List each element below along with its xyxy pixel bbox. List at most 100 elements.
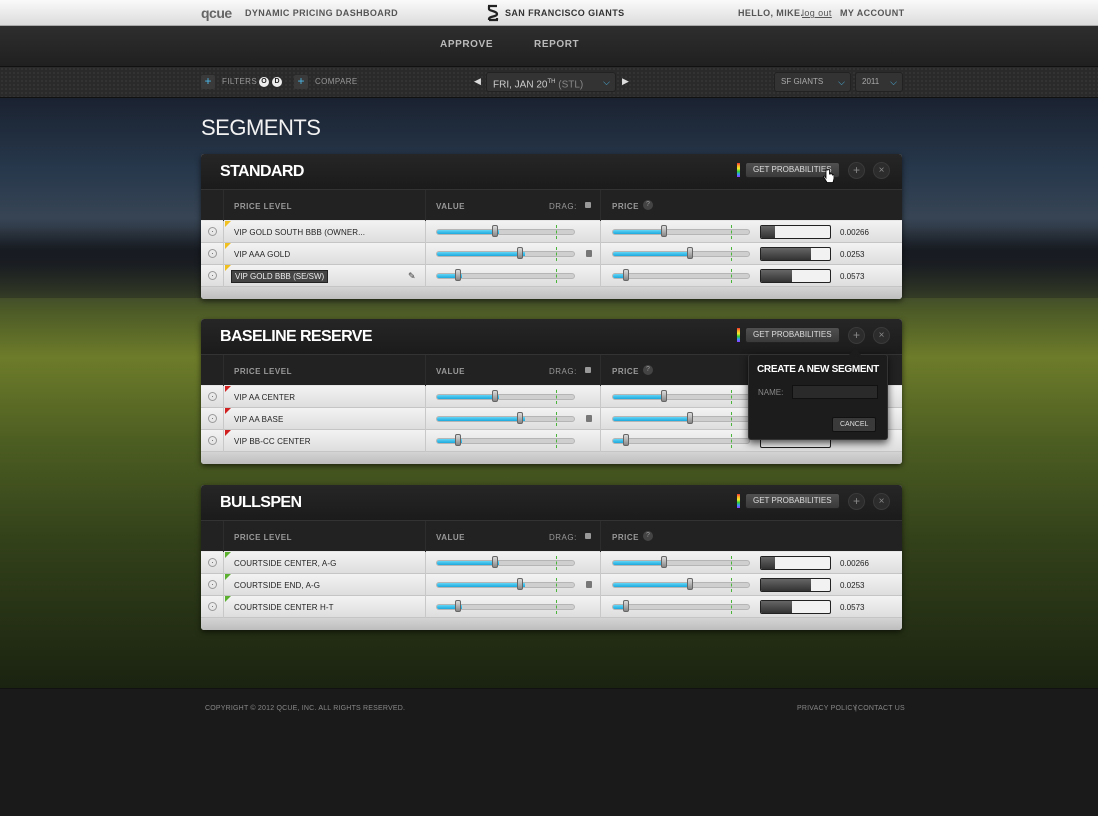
drag-handle-icon[interactable] bbox=[208, 392, 217, 401]
nav-approve[interactable]: APPROVE bbox=[440, 39, 493, 50]
price-slider[interactable] bbox=[612, 229, 750, 235]
get-probabilities-button[interactable]: GET PROBABILITIES bbox=[745, 327, 840, 343]
team-name: SAN FRANCISCO GIANTS bbox=[505, 8, 625, 18]
value-slider[interactable] bbox=[436, 251, 575, 257]
lock-icon[interactable] bbox=[586, 581, 592, 588]
close-segment-button[interactable]: × bbox=[873, 327, 890, 344]
price-level-name: VIP AA CENTER bbox=[234, 393, 296, 402]
lock-icon[interactable] bbox=[585, 533, 591, 539]
value-slider-knob[interactable] bbox=[517, 412, 523, 424]
lock-icon[interactable] bbox=[586, 250, 592, 257]
col-price: PRICE bbox=[612, 533, 639, 542]
drag-handle-icon[interactable] bbox=[208, 436, 217, 445]
price-level-name: VIP BB-CC CENTER bbox=[234, 437, 311, 446]
greeting: HELLO, MIKE. bbox=[738, 8, 804, 18]
table-row[interactable]: VIP GOLD SOUTH BBB (OWNER... 0.00266 bbox=[201, 221, 902, 243]
price-slider[interactable] bbox=[612, 416, 750, 422]
price-slider-knob[interactable] bbox=[623, 434, 629, 446]
table-row[interactable]: COURTSIDE CENTER, A-G 0.00266 bbox=[201, 552, 902, 574]
date-select[interactable]: FRI, JAN 20TH (STL) ⌵ bbox=[486, 72, 616, 92]
value-slider[interactable] bbox=[436, 560, 575, 566]
lock-icon[interactable] bbox=[586, 415, 592, 422]
app-title: DYNAMIC PRICING DASHBOARD bbox=[245, 8, 399, 18]
contact-us-link[interactable]: CONTACT US bbox=[858, 705, 905, 712]
close-segment-button[interactable]: × bbox=[873, 493, 890, 510]
cancel-button[interactable]: CANCEL bbox=[832, 417, 877, 432]
price-slider-knob[interactable] bbox=[661, 390, 667, 402]
add-compare-button[interactable]: + bbox=[294, 75, 308, 89]
help-icon[interactable]: ? bbox=[643, 531, 653, 541]
add-segment-button[interactable]: + bbox=[848, 493, 865, 510]
price-level-name: VIP GOLD SOUTH BBB (OWNER... bbox=[234, 228, 366, 237]
price-level-name: VIP AA BASE bbox=[234, 415, 284, 424]
privacy-policy-link[interactable]: PRIVACY POLICY bbox=[797, 705, 858, 712]
price-target-marker bbox=[731, 434, 732, 448]
next-date-icon[interactable]: ▶ bbox=[622, 76, 629, 87]
main-nav: APPROVE REPORT bbox=[0, 26, 1098, 67]
value-slider-knob[interactable] bbox=[492, 556, 498, 568]
value-slider[interactable] bbox=[436, 582, 575, 588]
price-slider-knob[interactable] bbox=[661, 225, 667, 237]
add-segment-button[interactable]: + bbox=[848, 162, 865, 179]
drag-handle-icon[interactable] bbox=[208, 580, 217, 589]
drag-handle-icon[interactable] bbox=[208, 602, 217, 611]
price-slider[interactable] bbox=[612, 273, 750, 279]
drag-handle-icon[interactable] bbox=[208, 249, 217, 258]
value-slider-knob[interactable] bbox=[492, 390, 498, 402]
edit-pencil-icon[interactable]: ✎ bbox=[408, 271, 416, 282]
price-slider-knob[interactable] bbox=[661, 556, 667, 568]
price-slider-knob[interactable] bbox=[623, 269, 629, 281]
value-slider-knob[interactable] bbox=[455, 434, 461, 446]
team-select[interactable]: SF GIANTS ⌵ bbox=[774, 72, 851, 92]
add-filter-button[interactable]: + bbox=[201, 75, 215, 89]
help-icon[interactable]: ? bbox=[643, 365, 653, 375]
value-slider-knob[interactable] bbox=[492, 225, 498, 237]
close-segment-button[interactable]: × bbox=[873, 162, 890, 179]
filter-d-toggle[interactable]: D bbox=[272, 77, 282, 87]
price-slider[interactable] bbox=[612, 582, 750, 588]
table-row[interactable]: COURTSIDE CENTER H-T 0.0573 bbox=[201, 596, 902, 618]
price-slider[interactable] bbox=[612, 560, 750, 566]
drag-handle-icon[interactable] bbox=[208, 271, 217, 280]
filter-o-toggle[interactable]: O bbox=[259, 77, 269, 87]
price-slider[interactable] bbox=[612, 604, 750, 610]
nav-report[interactable]: REPORT bbox=[534, 39, 579, 50]
get-probabilities-button[interactable]: GET PROBABILITIES bbox=[745, 493, 840, 509]
drag-handle-icon[interactable] bbox=[208, 558, 217, 567]
filters-label: FILTERS bbox=[222, 77, 258, 86]
col-price-level: PRICE LEVEL bbox=[234, 202, 292, 211]
rainbow-icon bbox=[737, 494, 740, 508]
table-row[interactable]: COURTSIDE END, A-G 0.0253 bbox=[201, 574, 902, 596]
price-slider[interactable] bbox=[612, 251, 750, 257]
value-slider[interactable] bbox=[436, 229, 575, 235]
value-slider-knob[interactable] bbox=[455, 269, 461, 281]
help-icon[interactable]: ? bbox=[643, 200, 653, 210]
year-select[interactable]: 2011 ⌵ bbox=[855, 72, 903, 92]
value-slider[interactable] bbox=[436, 416, 575, 422]
value-slider-knob[interactable] bbox=[455, 600, 461, 612]
add-segment-button[interactable]: + bbox=[848, 327, 865, 344]
price-slider-knob[interactable] bbox=[687, 578, 693, 590]
price-slider-knob[interactable] bbox=[623, 600, 629, 612]
price-level-name: COURTSIDE END, A-G bbox=[234, 581, 321, 590]
price-slider[interactable] bbox=[612, 438, 750, 444]
lock-icon[interactable] bbox=[585, 367, 591, 373]
logout-link[interactable]: log out bbox=[802, 8, 832, 18]
row-flag bbox=[225, 386, 231, 392]
value-slider[interactable] bbox=[436, 394, 575, 400]
probability-value: 0.00266 bbox=[840, 228, 869, 237]
lock-icon[interactable] bbox=[585, 202, 591, 208]
table-row[interactable]: VIP AAA GOLD 0.0253 bbox=[201, 243, 902, 265]
price-slider[interactable] bbox=[612, 394, 750, 400]
drag-handle-icon[interactable] bbox=[208, 414, 217, 423]
my-account-link[interactable]: MY ACCOUNT bbox=[840, 8, 905, 18]
value-slider-knob[interactable] bbox=[517, 247, 523, 259]
segment-name-input[interactable] bbox=[792, 385, 878, 399]
row-flag bbox=[225, 408, 231, 414]
price-slider-knob[interactable] bbox=[687, 247, 693, 259]
value-slider-knob[interactable] bbox=[517, 578, 523, 590]
price-slider-knob[interactable] bbox=[687, 412, 693, 424]
prev-date-icon[interactable]: ◀ bbox=[474, 76, 481, 87]
probability-value: 0.0253 bbox=[840, 250, 865, 259]
drag-handle-icon[interactable] bbox=[208, 227, 217, 236]
